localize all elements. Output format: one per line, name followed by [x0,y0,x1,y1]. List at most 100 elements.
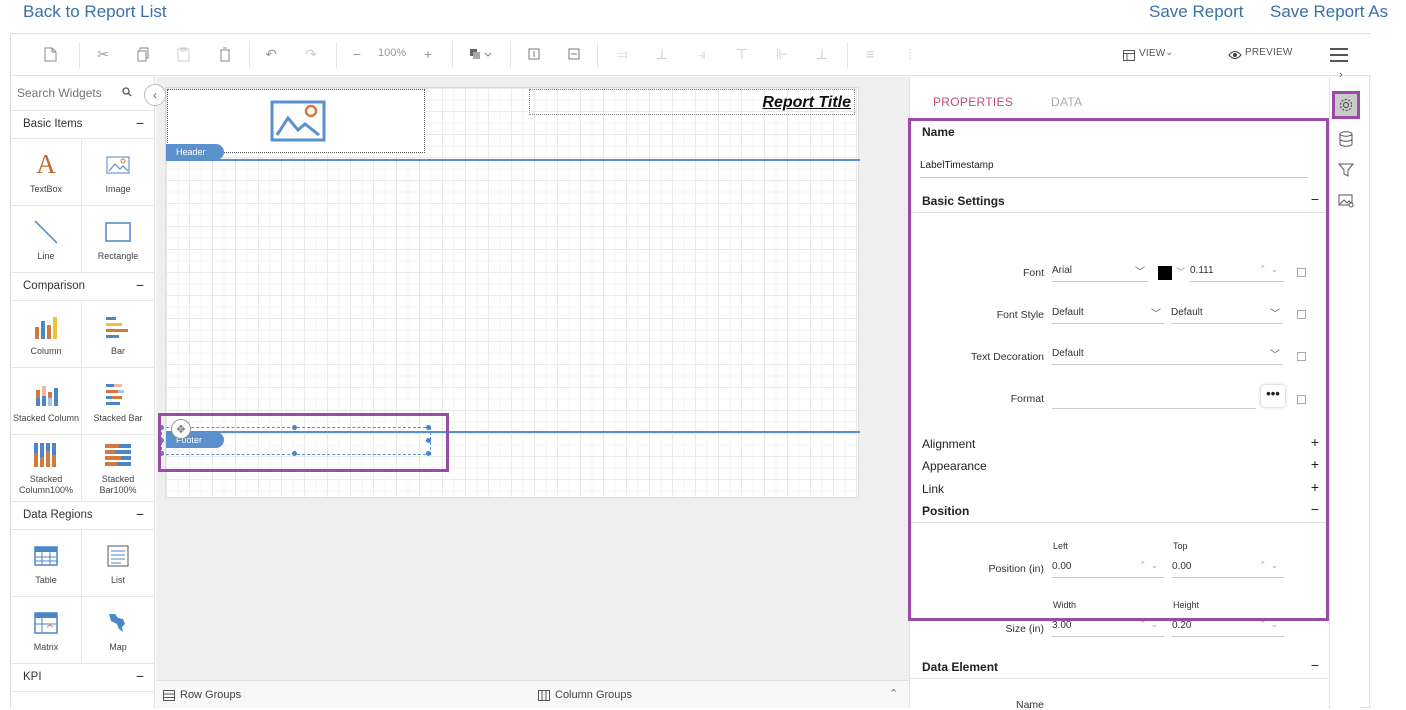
widget-stacked-bar[interactable]: Stacked Bar [82,368,154,435]
zoom-level: 100% [378,47,407,59]
report-title: Report Title [762,94,851,111]
data-element-name-field[interactable] [1052,694,1276,708]
column-groups-icon [538,689,550,701]
widget-stacked-bar-100[interactable]: Stacked Bar100% [82,435,154,502]
image-placeholder-icon [270,100,326,142]
copy-icon[interactable] [132,44,154,64]
widget-matrix[interactable]: Matrix [11,597,82,664]
align-bottom-icon[interactable]: ⊥ [811,44,833,64]
align-top-icon[interactable]: ⊤ [731,44,753,64]
cut-icon[interactable]: ✂ [92,44,114,64]
report-title-textbox[interactable]: Report Title [529,89,855,115]
order-dropdown-icon[interactable] [466,44,496,64]
image-icon [106,150,130,180]
search-widgets-input[interactable] [17,86,127,100]
collapse-icon[interactable]: − [1311,657,1319,673]
back-to-report-list-link[interactable]: Back to Report List [23,2,167,22]
delete-icon[interactable] [214,44,236,64]
property-tabs: PROPERTIES DATA [910,77,1328,119]
preview-button[interactable]: PREVIEW [1245,47,1293,58]
insert-column-icon[interactable] [563,44,585,64]
row-groups[interactable]: Row Groups [163,689,241,701]
zoom-in-icon[interactable]: + [417,44,439,64]
distribute-vertical-icon[interactable]: ⦙ [899,44,921,64]
view-menu[interactable]: VIEW [1139,48,1165,59]
widget-stacked-column-100[interactable]: Stacked Column100% [11,435,82,502]
footer-selection-highlight [158,413,449,472]
category-kpi[interactable]: KPI − [11,664,154,692]
widget-list[interactable]: List [82,530,154,597]
rectangle-icon [105,217,131,247]
table-icon [34,541,58,571]
widget-line[interactable]: Line [11,206,82,273]
align-center-icon[interactable]: ⊥ [651,44,673,64]
tab-properties[interactable]: PROPERTIES [933,95,1013,109]
image-settings-icon[interactable] [1332,187,1360,215]
map-icon [106,608,130,638]
align-middle-icon[interactable]: ⊩ [771,44,793,64]
column-groups[interactable]: Column Groups [538,689,632,701]
view-icon[interactable] [1123,48,1135,66]
distribute-horizontal-icon[interactable]: ≡ [859,44,881,64]
right-icon-rail: › [1329,69,1360,708]
category-label: KPI [23,671,42,683]
column-groups-label: Column Groups [555,689,633,701]
gear-icon[interactable] [1332,91,1360,119]
row-groups-label: Row Groups [180,689,242,701]
align-right-icon[interactable]: ⫣ [691,44,713,64]
save-report-link[interactable]: Save Report [1149,2,1244,22]
save-report-as-link[interactable]: Save Report As [1270,2,1388,22]
filter-icon[interactable] [1332,156,1360,184]
tab-data[interactable]: DATA [1051,95,1082,109]
collapse-widget-panel-icon[interactable]: ‹ [144,84,166,106]
expand-groups-icon[interactable]: ⌃ [889,687,898,700]
undo-icon[interactable]: ↶ [260,44,282,64]
redo-icon[interactable]: ↷ [300,44,322,64]
view-chevron-icon: ⌄ [1165,47,1174,58]
properties-selection-highlight [908,118,1329,621]
widget-stacked-column[interactable]: Stacked Column [11,368,82,435]
bar-chart-icon [106,312,130,342]
category-basic-items[interactable]: Basic Items − [11,111,154,139]
widget-textbox[interactable]: A TextBox [11,139,82,206]
widget-image[interactable]: Image [82,139,154,206]
widget-column[interactable]: Column [11,301,82,368]
section-title: Data Element [922,660,999,674]
collapse-icon[interactable]: − [136,668,144,684]
search-icon[interactable] [122,87,132,100]
widget-rectangle[interactable]: Rectangle [82,206,154,273]
align-left-icon[interactable]: ⫤ [611,44,633,64]
collapse-icon[interactable]: − [136,506,144,522]
widget-search [11,77,154,111]
collapse-icon[interactable]: − [136,277,144,293]
widget-label: Image [105,183,131,194]
preview-eye-icon[interactable] [1228,47,1242,65]
header-band-tag[interactable]: Header [166,144,224,160]
new-file-icon[interactable] [39,44,61,64]
stacked-column-100-icon [33,440,59,470]
expand-right-icon[interactable]: › [1339,69,1343,81]
database-icon[interactable] [1332,125,1360,153]
widget-table[interactable]: Table [11,530,82,597]
section-data-element[interactable]: Data Element − [910,657,1328,679]
zoom-out-icon[interactable]: − [346,44,368,64]
size-height-value: 0.20 [1172,620,1192,631]
stacked-bar-100-icon [105,440,131,470]
widget-bar[interactable]: Bar [82,301,154,368]
insert-row-icon[interactable] [523,44,545,64]
widget-map[interactable]: Map [82,597,154,664]
textbox-icon: A [36,149,56,179]
widget-label: Stacked Bar [93,412,143,423]
category-label: Basic Items [23,118,83,130]
header-band-line[interactable] [166,159,860,161]
category-data-regions[interactable]: Data Regions − [11,502,154,530]
category-comparison[interactable]: Comparison − [11,273,154,301]
hamburger-menu-icon[interactable] [1329,47,1349,68]
list-icon [107,541,129,571]
size-label: Size (in) [1005,623,1044,635]
collapse-icon[interactable]: − [136,115,144,131]
widget-label: Stacked Bar100% [99,474,137,495]
toolbar: ✂ ↶ ↷ − 100% + ⫤ ⊥ ⫣ ⊤ ⊩ ⊥ ≡ ⦙ VIEW ⌄ PR… [11,34,1371,76]
paste-icon[interactable] [172,44,194,64]
widget-label: Column [30,345,62,356]
